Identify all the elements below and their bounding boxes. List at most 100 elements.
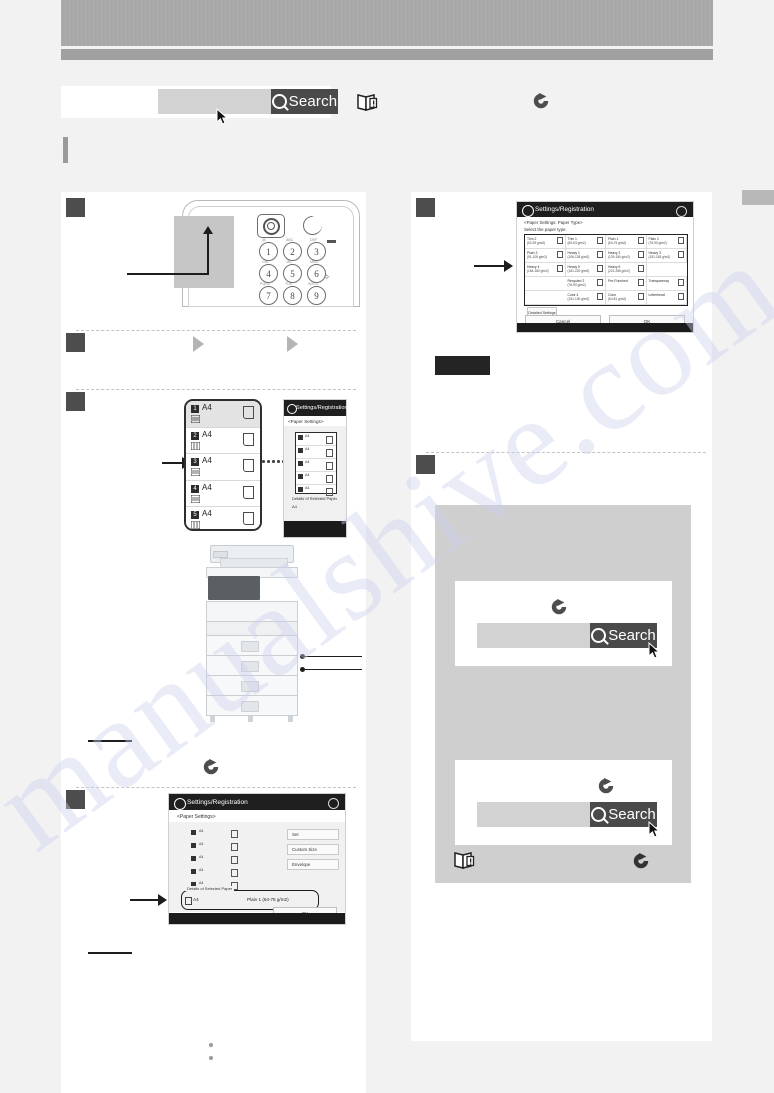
callout-leader-vertical: [207, 233, 209, 275]
gear-icon[interactable]: [328, 798, 339, 809]
checkbox-icon[interactable]: [597, 251, 603, 258]
paper-stack-icon: [191, 494, 200, 503]
paper-type-cell[interactable]: Plain 1 (64-75 g/m2): [606, 235, 647, 249]
paper-stack-icon: [191, 468, 200, 477]
drawer-size: A4: [202, 429, 212, 439]
mini-settings-screen: Settings/Registration <Paper Settings> A…: [283, 399, 348, 538]
paper-drawer-list: 1 A4 2 A4 3 A4 4 A4 5 A4: [184, 399, 262, 531]
note-label-redacted: [435, 356, 490, 375]
checkbox-icon[interactable]: [637, 237, 644, 244]
list-item[interactable]: 4 A4: [186, 480, 260, 508]
checkbox-icon[interactable]: [637, 293, 644, 300]
checkbox-icon[interactable]: [556, 265, 563, 272]
checkbox-icon[interactable]: [637, 265, 644, 272]
row-size: A4: [199, 842, 204, 846]
circular-arrow-right-icon[interactable]: [532, 92, 550, 110]
paper-type-cell[interactable]: Pre-Punched: [606, 277, 647, 291]
search-button[interactable]: Search: [590, 802, 657, 827]
paper-type-cell[interactable]: Heavy 6 (221-256 g/m2): [606, 263, 647, 277]
settings-registration-icon[interactable]: [257, 214, 285, 238]
checkbox-icon[interactable]: [678, 279, 684, 286]
list-item[interactable]: A4: [296, 459, 336, 472]
checkbox-icon[interactable]: [637, 251, 644, 258]
paper-tray: [206, 655, 298, 676]
crescent-moon-icon: [303, 216, 322, 235]
screen-instruction: Select the paper type.: [524, 227, 567, 232]
paper-type-cell[interactable]: Heavy 1 (106-128 g/m2): [565, 249, 606, 263]
checkbox-icon[interactable]: [597, 279, 603, 286]
paper-type-cell-empty: [646, 263, 687, 277]
checkbox-icon[interactable]: [678, 251, 684, 258]
step-divider-3: [76, 787, 356, 788]
multifunction-printer-illustration: [196, 545, 308, 723]
list-item[interactable]: A4: [296, 472, 336, 485]
list-item[interactable]: 5 A4: [186, 507, 260, 529]
circular-arrow-right-icon[interactable]: [550, 598, 568, 616]
drawer-size: A4: [202, 509, 212, 519]
mini-drawer-list: A4 A4 A4 A4 A4: [295, 432, 337, 498]
search-button[interactable]: Search: [271, 89, 338, 114]
checkbox-icon[interactable]: [556, 237, 563, 244]
open-book-warning-icon[interactable]: [355, 90, 379, 114]
circular-arrow-right-icon[interactable]: [597, 777, 615, 795]
bullet-dot: [209, 1043, 213, 1047]
checkbox-icon[interactable]: [597, 237, 603, 244]
table-row[interactable]: A4: [191, 841, 239, 854]
drawer-number: 3: [191, 458, 199, 467]
list-item[interactable]: 3 A4: [186, 454, 260, 481]
paper-type-cell[interactable]: Transparency: [646, 277, 687, 291]
step-marker-3: [66, 392, 85, 411]
table-row[interactable]: A4: [191, 828, 239, 841]
paper-type-cell[interactable]: Heavy 5 (181-220 g/m2): [565, 263, 606, 277]
drawer-number: 2: [191, 431, 199, 440]
step-marker-4: [66, 790, 85, 809]
paper-stack-icon: [191, 441, 200, 450]
paper-type-cell[interactable]: Thin 1 (60-63 g/m2): [565, 235, 606, 249]
table-row[interactable]: A4: [191, 854, 239, 867]
paper-type-callout-line: [474, 265, 506, 267]
custom-size-button[interactable]: Custom Size: [287, 844, 339, 855]
envelope-button[interactable]: Envelope: [287, 859, 339, 870]
table-row[interactable]: A4: [191, 867, 239, 880]
detail-size: A4: [193, 897, 199, 902]
checkbox-icon[interactable]: [556, 251, 563, 258]
list-item[interactable]: A4: [296, 446, 336, 459]
paper-type-cell[interactable]: Color (64-81 g/m2): [606, 291, 647, 305]
magnifier-icon: [591, 628, 607, 643]
paper-type-cell[interactable]: Thin 2 (52-59 g/m2): [525, 235, 566, 249]
callout-leader-line: [127, 273, 209, 275]
drawer-size: A4: [202, 456, 212, 466]
paper-type-cell[interactable]: Color 4 (151-130 g/m2): [565, 291, 606, 305]
search-button[interactable]: Search: [590, 623, 657, 648]
gear-icon[interactable]: [676, 206, 687, 217]
sheet-icon: [243, 512, 254, 526]
callout-arrowhead: [203, 226, 213, 234]
mini-row-size: A4: [305, 486, 310, 490]
paper-type-cell[interactable]: Heavy 3 (151-163 g/m2): [646, 249, 687, 263]
mini-row-size: A4: [305, 434, 310, 438]
paper-tray: [206, 635, 298, 656]
open-book-warning-icon[interactable]: [452, 848, 476, 872]
paper-type-cell[interactable]: Heavy 4 (164-180 g/m2): [525, 263, 566, 277]
checkbox-icon[interactable]: [597, 293, 603, 300]
canon-badge-icon: [174, 797, 186, 810]
set-button[interactable]: Set: [287, 829, 339, 840]
paper-settings-screen: Settings/Registration <Paper Settings> A…: [168, 793, 346, 925]
paper-type-cell[interactable]: Recycled 2 (76-90 g/m2): [565, 277, 606, 291]
checkbox-icon[interactable]: [678, 237, 684, 244]
paper-type-cell[interactable]: Heavy 2 (129-150 g/m2): [606, 249, 647, 263]
list-item[interactable]: 1 A4: [186, 401, 260, 428]
checkbox-icon[interactable]: [678, 293, 684, 300]
paper-type-callout-arrow: [504, 260, 513, 272]
circular-arrow-right-icon[interactable]: [632, 852, 650, 870]
paper-type-cell[interactable]: Letterhead: [646, 291, 687, 305]
paper-type-cell[interactable]: Plain 2 (76-90 g/m2): [646, 235, 687, 249]
paper-type-cell[interactable]: Plain 3 (91-105 g/m2): [525, 249, 566, 263]
detail-caption: Details of Selected Paper: [185, 886, 235, 891]
circular-arrow-right-icon[interactable]: [202, 758, 220, 776]
checkbox-icon[interactable]: [637, 279, 644, 286]
list-item[interactable]: A4: [296, 433, 336, 446]
detail-callout-line: [130, 899, 160, 901]
checkbox-icon[interactable]: [597, 265, 603, 272]
list-item[interactable]: 2 A4: [186, 427, 260, 455]
